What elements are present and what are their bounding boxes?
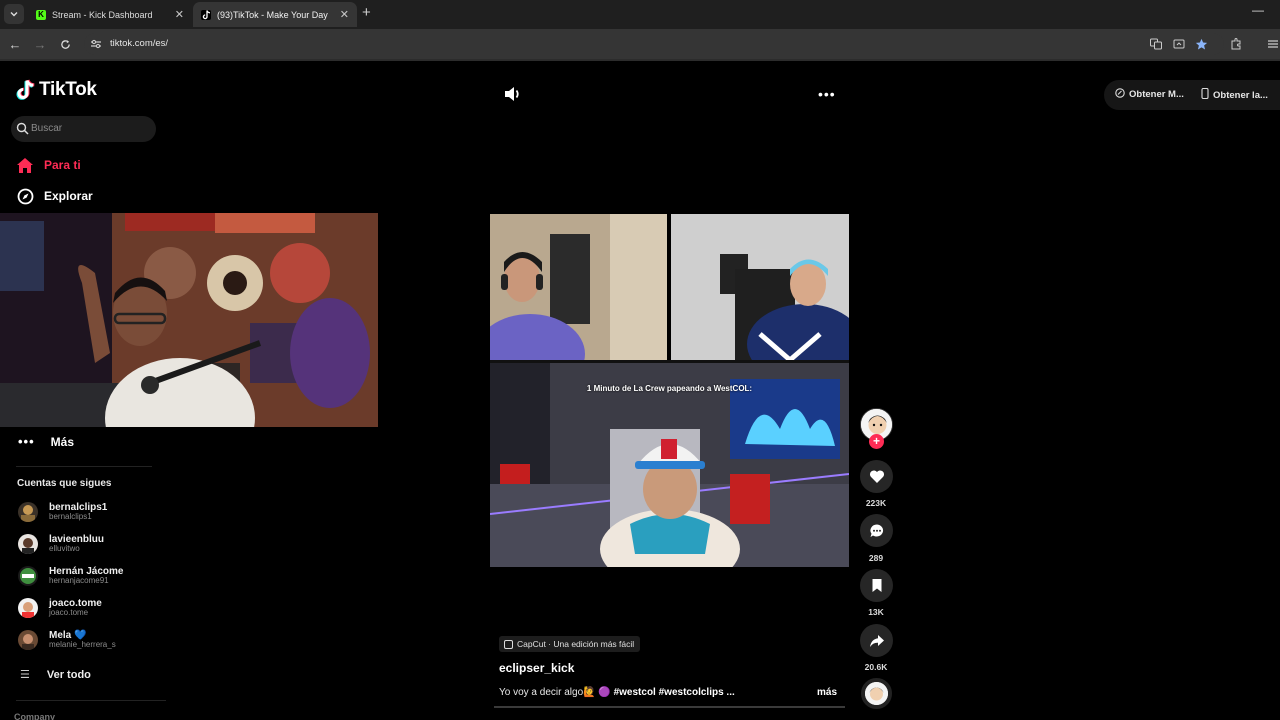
share-count: 20.6K xyxy=(864,662,888,672)
search-input[interactable]: Buscar xyxy=(11,116,156,142)
cast-icon[interactable] xyxy=(1172,37,1186,51)
url-text: tiktok.com/es/ xyxy=(110,38,169,49)
address-bar[interactable]: tiktok.com/es/ xyxy=(84,33,1224,55)
sidebar-item-label: Más xyxy=(50,434,74,449)
get-app-button[interactable]: Obtener M... xyxy=(1115,88,1184,101)
avatar xyxy=(18,598,38,618)
following-account[interactable]: lavieenbluu elluvitwo xyxy=(18,534,104,554)
video-player[interactable]: 1 Minuto de La Crew papeando a WestCOL: xyxy=(490,214,849,567)
close-tab-icon[interactable]: ✕ xyxy=(340,8,349,21)
sidebar-item-explore[interactable]: Explorar xyxy=(16,187,93,205)
sidebar-item-label: Explorar xyxy=(44,189,93,203)
sidebar-item-more[interactable]: ••• Más xyxy=(18,434,74,449)
search-icon xyxy=(16,122,29,140)
more-options-icon[interactable]: ••• xyxy=(818,86,836,102)
like-count: 223K xyxy=(865,498,887,508)
caption-hashtags[interactable]: #westcol #westcolclips ... xyxy=(614,687,735,698)
phone-icon xyxy=(1201,87,1209,102)
bookmark-star-icon[interactable] xyxy=(1194,37,1208,51)
forward-icon[interactable]: → xyxy=(31,35,49,53)
tab-search-button[interactable] xyxy=(4,4,24,24)
menu-icon[interactable] xyxy=(1266,37,1280,51)
company-link[interactable]: Company xyxy=(14,712,55,720)
avatar xyxy=(18,502,38,522)
account-handle: joaco.tome xyxy=(49,608,89,618)
caption-text: Yo voy a decir algo🙋 🟣 xyxy=(499,687,611,698)
sidebar-item-for-you[interactable]: Para ti xyxy=(16,156,81,174)
save-button[interactable] xyxy=(860,569,893,602)
compass-icon xyxy=(16,187,34,205)
new-tab-button[interactable]: + xyxy=(362,4,371,21)
capcut-badge[interactable]: CapCut · Una edición más fácil xyxy=(499,636,641,652)
toolbar-divider xyxy=(0,59,1280,61)
comment-icon xyxy=(869,523,883,537)
chevron-down-icon xyxy=(10,12,18,17)
live-stream-preview[interactable] xyxy=(0,213,378,427)
caption-more-button[interactable]: más xyxy=(817,687,837,698)
avatar xyxy=(18,566,38,586)
tab-title: Stream - Kick Dashboard xyxy=(52,9,153,20)
capcut-label: CapCut · Una edición más fácil xyxy=(517,639,635,649)
video-caption: Yo voy a decir algo🙋 🟣 #westcol #westcol… xyxy=(499,687,735,698)
close-tab-icon[interactable]: ✕ xyxy=(175,8,184,21)
sidebar-divider xyxy=(16,700,166,701)
get-desktop-label: Obtener la... xyxy=(1213,89,1268,101)
more-dots-icon: ••• xyxy=(18,434,35,449)
follow-plus-icon[interactable]: + xyxy=(869,434,884,449)
tiktok-logo-icon xyxy=(16,79,35,100)
capcut-icon xyxy=(504,639,513,649)
following-account[interactable]: Mela 💙 melanie_herrera_s xyxy=(18,630,116,650)
video-author[interactable]: eclipser_kick xyxy=(499,661,574,675)
browser-toolbar: ← → tiktok.com/es/ xyxy=(0,29,1280,59)
kick-icon: K xyxy=(36,9,46,20)
search-placeholder: Buscar xyxy=(31,123,63,134)
following-account[interactable]: joaco.tome joaco.tome xyxy=(18,598,102,618)
browser-tab-bar: K Stream - Kick Dashboard ✕ (93)TikTok -… xyxy=(0,0,1280,29)
account-handle: bernalclips1 xyxy=(49,512,92,522)
back-icon[interactable]: ← xyxy=(6,35,24,53)
minimize-window-icon[interactable]: — xyxy=(1252,3,1264,17)
logo-text: TikTok xyxy=(39,79,97,100)
volume-icon[interactable] xyxy=(503,85,523,108)
tiktok-logo[interactable]: TikTok xyxy=(16,79,97,101)
video-progress-bar[interactable] xyxy=(494,706,845,708)
video-overlay-text: 1 Minuto de La Crew papeando a WestCOL: xyxy=(586,384,753,393)
get-app-label: Obtener M... xyxy=(1129,89,1184,100)
site-info-icon[interactable] xyxy=(90,37,102,55)
comment-button[interactable] xyxy=(860,514,893,547)
sidebar-divider xyxy=(16,466,152,467)
browser-tab-tiktok[interactable]: (93)TikTok - Make Your Day ✕ xyxy=(193,2,357,27)
account-handle: hernanjacome91 xyxy=(49,576,109,586)
list-icon: ☰ xyxy=(20,669,30,681)
translate-icon[interactable] xyxy=(1149,37,1163,51)
following-section-title: Cuentas que sigues xyxy=(17,478,112,489)
tiktok-icon xyxy=(201,9,211,20)
sidebar-item-label: Para ti xyxy=(44,158,81,172)
get-app-bar: Obtener M... Obtener la... xyxy=(1104,80,1280,110)
app-icon xyxy=(1115,88,1125,101)
music-disc-avatar[interactable] xyxy=(861,678,892,709)
see-all-following-link[interactable]: ☰ Ver todo xyxy=(20,668,91,682)
share-button[interactable] xyxy=(860,624,893,657)
tab-title: (93)TikTok - Make Your Day xyxy=(217,9,328,20)
save-count: 13K xyxy=(868,607,884,617)
extensions-icon[interactable] xyxy=(1229,37,1243,51)
get-desktop-button[interactable]: Obtener la... xyxy=(1201,87,1268,102)
comment-count: 289 xyxy=(868,553,884,563)
reload-icon[interactable] xyxy=(56,35,74,53)
avatar xyxy=(18,630,38,650)
like-button[interactable] xyxy=(860,460,893,493)
home-icon xyxy=(16,156,34,174)
share-arrow-icon xyxy=(869,634,884,647)
heart-icon xyxy=(869,470,884,483)
avatar xyxy=(18,534,38,554)
account-handle: elluvitwo xyxy=(49,544,80,554)
account-handle: melanie_herrera_s xyxy=(49,640,116,650)
following-account[interactable]: Hernán Jácome hernanjacome91 xyxy=(18,566,123,586)
following-account[interactable]: bernalclips1 bernalclips1 xyxy=(18,502,107,522)
see-all-label: Ver todo xyxy=(46,668,91,681)
browser-tab-kick[interactable]: K Stream - Kick Dashboard ✕ xyxy=(28,2,192,27)
bookmark-icon xyxy=(872,579,881,592)
